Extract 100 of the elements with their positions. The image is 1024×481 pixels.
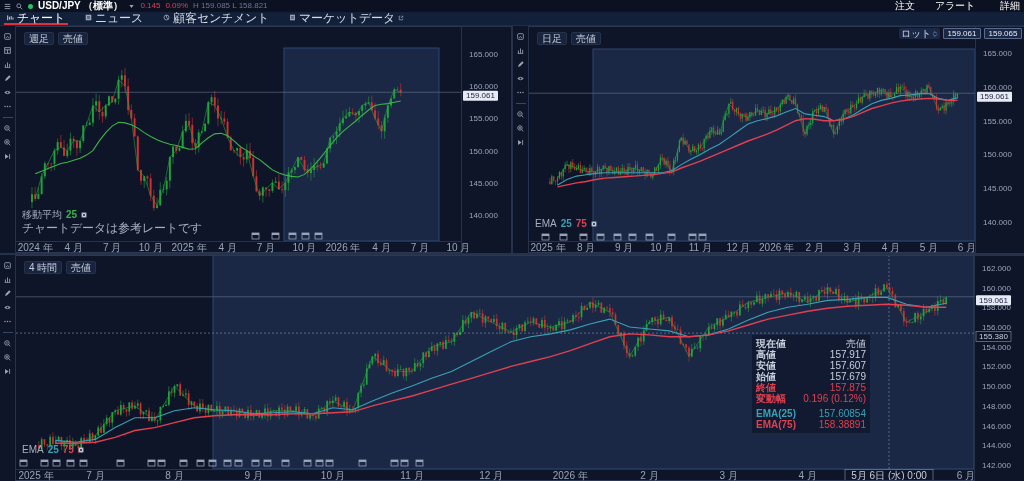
axis-label: 3 月 (719, 470, 738, 481)
axis-label: 2026 年 (552, 470, 588, 481)
axis-label: 144.000 (982, 441, 1011, 451)
tooltip-label: 現在値 (756, 338, 786, 349)
axis-label: 10 月 (320, 470, 345, 481)
period-button[interactable]: 週足 (24, 32, 54, 45)
axis-label: 2025 年 (530, 242, 566, 253)
lot-button[interactable]: ロット (899, 28, 940, 39)
axis-label: 156.000 (982, 323, 1011, 332)
axis-label: 10 月 (446, 242, 471, 253)
axis-label: 146.000 (982, 421, 1011, 431)
disclaimer-text: チャートデータは参考レートです (22, 222, 202, 234)
axis-label: 150.000 (983, 150, 1012, 160)
header-button[interactable]: 注文 (870, 1, 915, 11)
axis-label: 8 月 (576, 242, 596, 253)
axis-label: 10 月 (292, 242, 317, 253)
period-button[interactable]: 日足 (537, 32, 567, 45)
change-percent: 0.09% (165, 2, 189, 10)
axis-label: 154.000 (982, 342, 1011, 352)
tooltip-label: 高値 (756, 349, 776, 360)
axis-label: 9 月 (244, 470, 263, 481)
tooltip-label: 安値 (756, 360, 776, 371)
axis-label: 6 月 (956, 470, 976, 481)
symbol-name[interactable]: USD/JPY （標準） (38, 1, 124, 11)
tooltip-label: 終値 (756, 382, 776, 393)
axis-label: 160.000 (983, 82, 1012, 92)
axis-label: 165.000 (469, 50, 498, 59)
crosshair-price-label: 155.380 (975, 331, 1012, 342)
price-label: 159.061 (463, 90, 498, 101)
bid-price-field[interactable]: 159.061 (943, 28, 981, 39)
axis-label: 4 月 (218, 242, 237, 253)
tooltip-value: 157.917 (829, 349, 866, 360)
axis-label: 4 月 (798, 470, 817, 481)
price-change: 0.145 (140, 2, 161, 10)
tooltip-label: EMA(75) (756, 419, 796, 430)
tooltip-label: EMA(25) (756, 408, 796, 419)
tab[interactable]: チャート (4, 12, 68, 25)
axis-label: 6 月 (957, 242, 977, 253)
axis-label: 4 月 (64, 242, 83, 253)
axis-label: 8 月 (165, 470, 184, 481)
axis-label: 145.000 (469, 178, 498, 188)
header-button[interactable]: 詳細 (980, 1, 1020, 11)
axis-label: 4 月 (881, 242, 900, 253)
header-button[interactable]: アラート (920, 1, 975, 11)
axis-label: 3 月 (843, 242, 862, 253)
price-type-button[interactable]: 売値 (58, 32, 88, 45)
axis-label: 145.000 (983, 184, 1012, 194)
axis-label: 10 月 (138, 242, 163, 253)
axis-label: 2026 年 (325, 242, 361, 253)
tooltip-value: 157.875 (829, 382, 866, 393)
legend-label: EMA (22, 445, 44, 455)
tooltip-value: 157.60854 (818, 408, 866, 419)
legend-value: 25 (47, 445, 59, 455)
axis-label: 158.000 (982, 303, 1011, 313)
legend-value: 25 (66, 210, 78, 220)
axis-label: 11 月 (688, 242, 712, 253)
legend-value: 75 (62, 445, 74, 455)
axis-label: 10 月 (650, 242, 675, 253)
axis-label: 12 月 (479, 470, 504, 481)
price-label: 159.061 (976, 295, 1011, 306)
price-type-button[interactable]: 売値 (571, 32, 601, 45)
axis-label: 150.000 (469, 146, 498, 156)
axis-label: 2 月 (640, 470, 659, 481)
tooltip-value: 売値 (846, 338, 866, 349)
axis-label: 9 月 (615, 242, 634, 253)
axis-label: 2024 年 (17, 242, 53, 253)
ask-price-field[interactable]: 159.065 (984, 28, 1022, 39)
axis-label: 11 月 (400, 470, 424, 481)
tooltip-value: 157.607 (829, 360, 866, 371)
high-low-text: H 159.085 L 158.821 (193, 2, 268, 10)
axis-label: 7 月 (86, 470, 105, 481)
axis-label: 152.000 (982, 362, 1011, 372)
axis-label: 155.000 (469, 114, 498, 124)
axis-label: 150.000 (982, 382, 1011, 392)
tooltip-label: 変動幅 (756, 393, 786, 404)
axis-label: 12 月 (726, 242, 751, 253)
price-label: 159.061 (977, 91, 1012, 102)
tooltip-value: 158.38891 (818, 419, 866, 430)
price-type-button[interactable]: 売値 (66, 261, 97, 274)
legend-label: EMA (535, 219, 557, 229)
axis-label: 165.000 (983, 49, 1012, 59)
tooltip-value: 157.679 (829, 371, 866, 382)
axis-label: 160.000 (982, 283, 1011, 293)
tab[interactable]: 顧客センチメント (160, 12, 272, 25)
axis-label: 7 月 (102, 242, 122, 253)
tooltip-value: 0.196 (0.12%) (803, 393, 866, 404)
tooltip-label: 始値 (756, 371, 776, 382)
period-button[interactable]: 4 時間 (24, 261, 63, 274)
axis-label: 4 月 (372, 242, 391, 253)
axis-label: 162.000 (982, 263, 1011, 273)
axis-label: 5 月 (919, 242, 939, 253)
axis-label: 2 月 (805, 242, 824, 253)
axis-label: 142.000 (982, 461, 1011, 471)
tab[interactable]: ニュース (82, 12, 146, 25)
axis-label: 2025 年 (18, 470, 54, 481)
axis-label: 2025 年 (171, 242, 207, 253)
axis-label: 140.000 (469, 211, 498, 220)
tab[interactable]: マーケットデータ (286, 12, 407, 25)
axis-label: 7 月 (256, 242, 276, 253)
axis-label: 7 月 (410, 242, 430, 253)
